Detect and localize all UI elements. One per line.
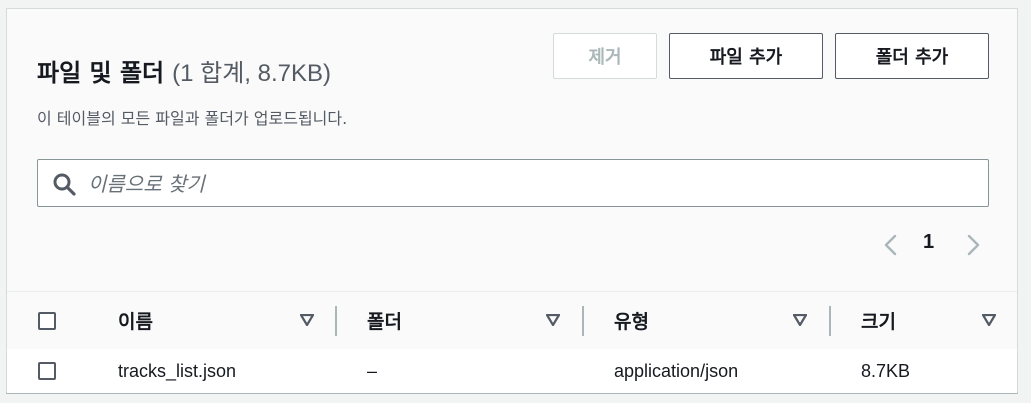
add-files-button[interactable]: 파일 추가: [669, 33, 823, 79]
column-divider[interactable]: [335, 306, 337, 336]
cell-name: tracks_list.json: [118, 360, 237, 381]
sort-down-icon[interactable]: [546, 314, 560, 326]
search-box[interactable]: [37, 159, 989, 208]
column-header-folder[interactable]: 폴더: [367, 292, 567, 349]
column-header-size-label: 크기: [861, 311, 896, 333]
table-header-row: 이름 폴더 유형 크기: [7, 291, 1017, 350]
file-counter: (1 합계, 8.7KB): [172, 60, 331, 87]
column-header-type-label: 유형: [614, 311, 649, 333]
cell-folder: –: [367, 360, 378, 381]
search-input[interactable]: [86, 160, 980, 208]
column-header-folder-label: 폴더: [367, 311, 402, 333]
panel-header: 파일 및 폴더 (1 합계, 8.7KB): [37, 53, 331, 88]
column-divider[interactable]: [582, 306, 584, 336]
table-row[interactable]: tracks_list.json – application/json 8.7K…: [7, 349, 1017, 393]
sort-down-icon[interactable]: [300, 314, 314, 326]
column-header-name-label: 이름: [118, 311, 153, 333]
add-folder-button[interactable]: 폴더 추가: [835, 33, 989, 79]
cell-type: application/json: [614, 360, 739, 381]
sort-down-icon[interactable]: [793, 314, 807, 326]
column-header-name[interactable]: 이름: [118, 292, 318, 349]
panel-title: 파일 및 폴더: [37, 59, 165, 87]
sort-down-icon[interactable]: [982, 314, 996, 326]
chevron-right-icon[interactable]: [963, 233, 983, 257]
row-checkbox[interactable]: [38, 362, 56, 380]
column-header-type[interactable]: 유형: [614, 292, 814, 349]
column-divider[interactable]: [829, 306, 831, 336]
chevron-left-icon[interactable]: [881, 233, 901, 257]
search-icon: [53, 173, 76, 196]
panel-description: 이 테이블의 모든 파일과 폴더가 업로드됩니다.: [37, 109, 348, 128]
remove-button[interactable]: 제거: [553, 33, 657, 79]
files-and-folders-panel: 파일 및 폴더 (1 합계, 8.7KB) 이 테이블의 모든 파일과 폴더가 업…: [6, 8, 1018, 394]
cell-size: 8.7KB: [861, 360, 911, 381]
current-page-number[interactable]: 1: [923, 231, 934, 254]
select-all-checkbox[interactable]: [38, 312, 56, 330]
pagination: 1: [877, 227, 989, 259]
column-header-size[interactable]: 크기: [861, 292, 1006, 349]
